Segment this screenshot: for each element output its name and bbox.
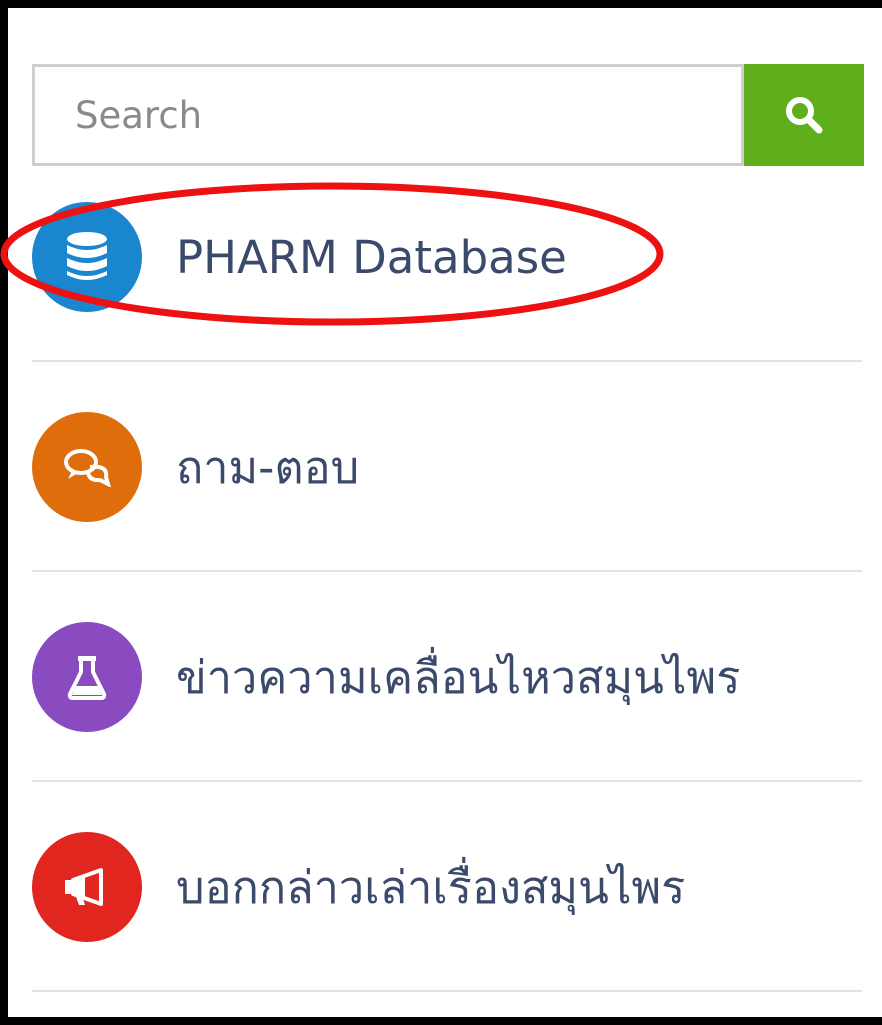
menu-item-pharm-database[interactable]: PHARM Database	[32, 152, 862, 362]
menu-item-label: ข่าวความเคลื่อนไหวสมุนไพร	[176, 651, 741, 704]
divider	[32, 990, 862, 992]
flask-icon-badge	[32, 622, 142, 732]
search-icon	[786, 97, 823, 134]
menu-item-label: บอกกล่าวเล่าเรื่องสมุนไพร	[176, 861, 686, 914]
search-bar	[32, 64, 864, 166]
megaphone-icon	[65, 868, 103, 906]
menu-item-qa[interactable]: ถาม-ตอบ	[32, 362, 862, 572]
search-button[interactable]	[744, 64, 864, 166]
chat-bubbles-icon-badge	[32, 412, 142, 522]
search-input[interactable]	[32, 64, 744, 166]
menu-item-label: PHARM Database	[176, 230, 567, 284]
menu-item-herbal-stories[interactable]: บอกกล่าวเล่าเรื่องสมุนไพร	[32, 782, 862, 992]
megaphone-icon-badge	[32, 832, 142, 942]
database-icon	[67, 232, 107, 280]
menu-item-label: ถาม-ตอบ	[176, 441, 360, 494]
database-icon-badge	[32, 202, 142, 312]
menu-item-herbal-news[interactable]: ข่าวความเคลื่อนไหวสมุนไพร	[32, 572, 862, 782]
flask-icon	[67, 656, 107, 700]
chat-bubbles-icon	[64, 449, 111, 487]
